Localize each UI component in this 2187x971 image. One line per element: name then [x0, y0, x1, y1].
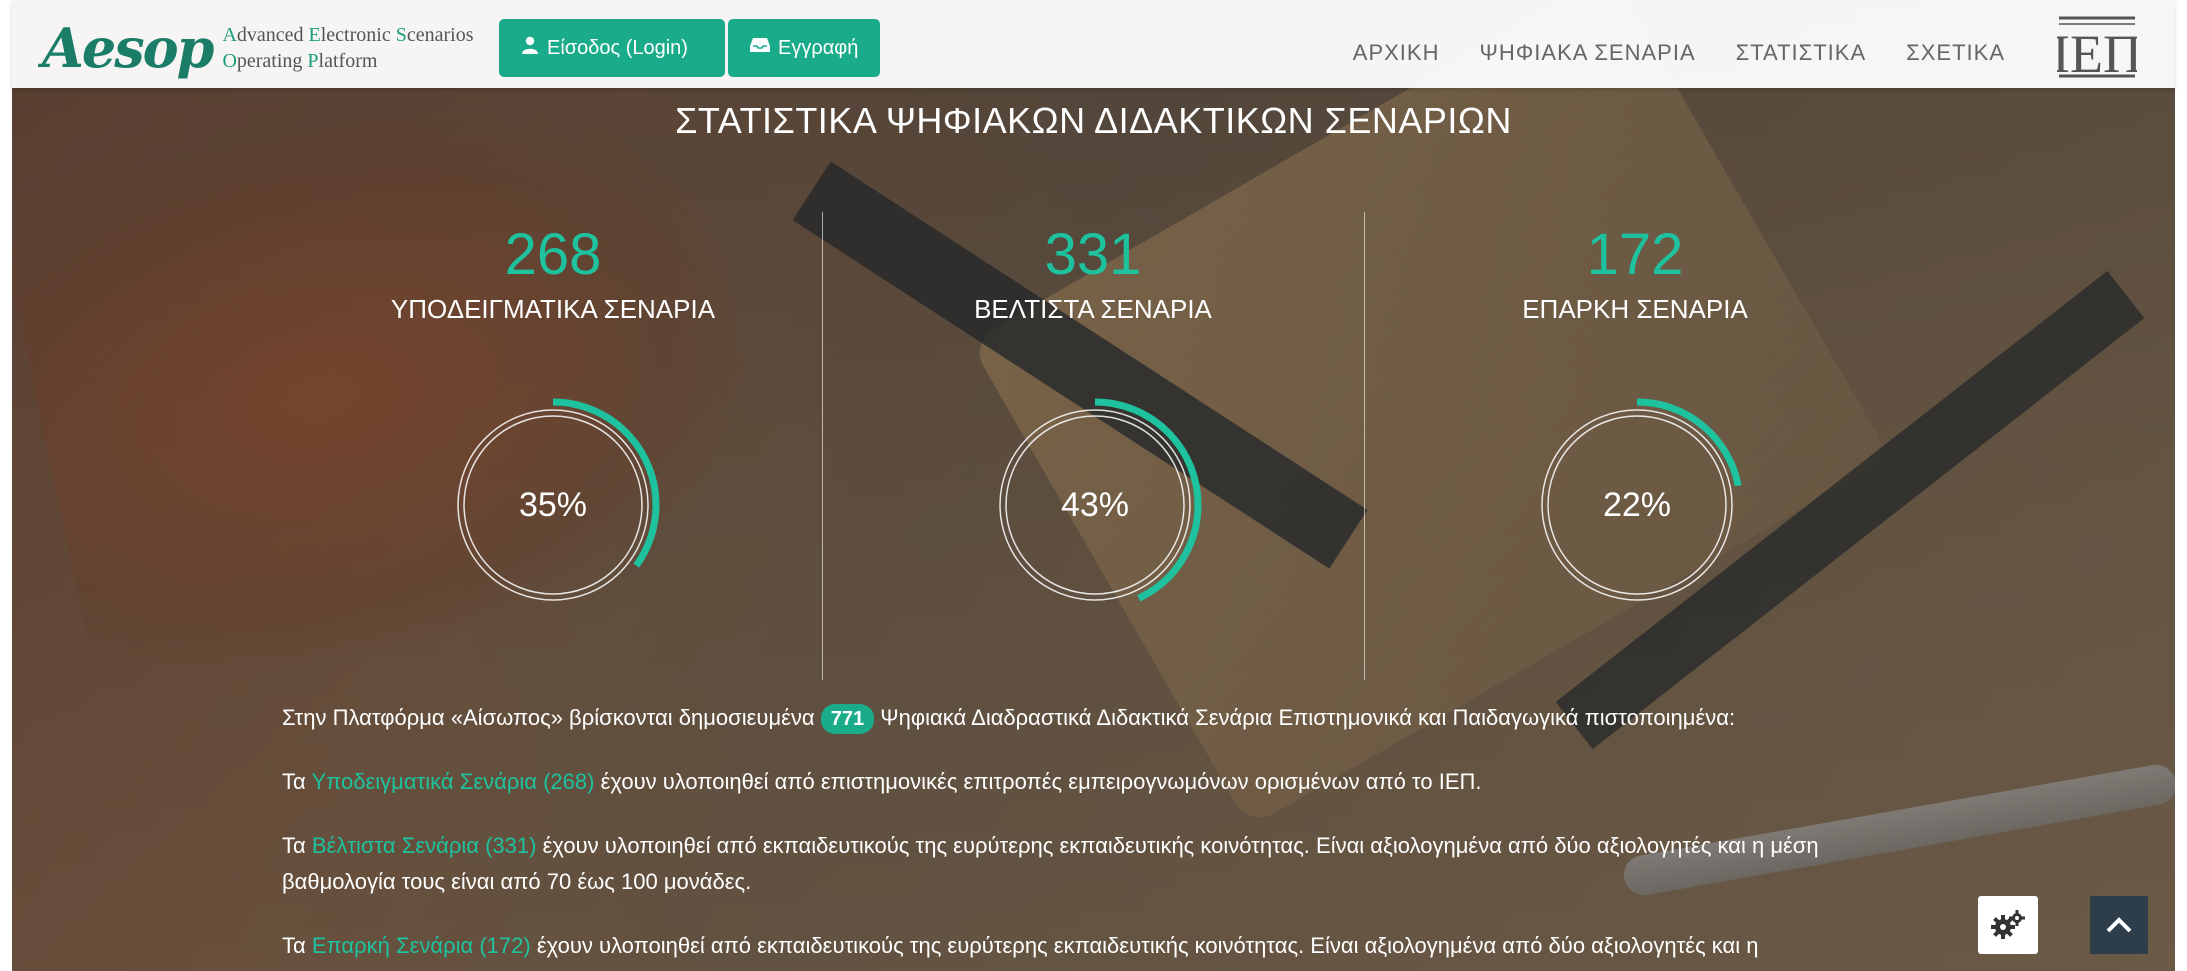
- progress-ring-sufficient: 22%: [1522, 390, 1752, 620]
- link-exemplary-scenarios[interactable]: Υποδειγματικά Σενάρια (268): [311, 769, 594, 794]
- intro-paragraph: Στην Πλατφόρμα «Αίσωπος» βρίσκονται δημο…: [282, 700, 1922, 736]
- stat-label: ΕΠΑΡΚΗ ΣΕΝΑΡΙΑ: [1522, 294, 1748, 324]
- link-best-scenarios[interactable]: Βέλτιστα Σενάρια (331): [312, 833, 537, 858]
- paragraph-exemplary: Τα Υποδειγματικά Σενάρια (268) έχουν υλο…: [282, 769, 1482, 794]
- settings-button[interactable]: [1978, 896, 2038, 954]
- stat-number: 268: [504, 222, 602, 287]
- back-to-top-button[interactable]: [2090, 896, 2148, 954]
- stat-sufficient: 172 ΕΠΑΡΚΗ ΣΕΝΑΡΙΑ: [1365, 220, 1905, 325]
- paragraph-sufficient: Τα Επαρκή Σενάρια (172) έχουν υλοποιηθεί…: [282, 933, 1759, 958]
- logo-tagline: Advanced Electronic Scenarios Operating …: [222, 24, 474, 72]
- inbox-icon: [750, 37, 770, 59]
- stat-label: ΒΕΛΤΙΣΤΑ ΣΕΝΑΡΙΑ: [974, 294, 1212, 324]
- aesop-logo[interactable]: Aesop Advanced Electronic Scenarios Oper…: [42, 18, 473, 78]
- stat-label: ΥΠΟΔΕΙΓΜΑΤΙΚΑ ΣΕΝΑΡΙΑ: [390, 294, 716, 324]
- nav-item-digital-scenarios[interactable]: ΨΗΦΙΑΚΑ ΣΕΝΑΡΙΑ: [1479, 40, 1695, 66]
- nav-item-home[interactable]: ΑΡΧΙΚΗ: [1353, 40, 1440, 66]
- page-title: ΣΤΑΤΙΣΤΙΚΑ ΨΗΦΙΑΚΩΝ ΔΙΔΑΚΤΙΚΩΝ ΣΕΝΑΡΙΩΝ: [675, 100, 1512, 141]
- svg-text:ΙΕΠ: ΙΕΠ: [2057, 24, 2137, 80]
- total-count-badge: 771: [820, 704, 875, 734]
- progress-ring-best: 43%: [980, 390, 1210, 620]
- user-icon: [521, 36, 539, 60]
- link-sufficient-scenarios[interactable]: Επαρκή Σενάρια (172): [312, 933, 531, 958]
- login-label: Είσοδος (Login): [547, 36, 688, 59]
- register-button[interactable]: Εγγραφή: [728, 19, 880, 77]
- stat-exemplary: 268 ΥΠΟΔΕΙΓΜΑΤΙΚΑ ΣΕΝΑΡΙΑ: [283, 220, 823, 325]
- chevron-up-icon: [2106, 917, 2132, 933]
- main-nav: ΑΡΧΙΚΗ ΨΗΦΙΑΚΑ ΣΕΝΑΡΙΑ ΣΤΑΤΙΣΤΙΚΑ ΣΧΕΤΙΚ…: [1313, 40, 2005, 66]
- nav-item-statistics[interactable]: ΣΤΑΤΙΣΤΙΚΑ: [1736, 40, 1867, 66]
- stat-best: 331 ΒΕΛΤΙΣΤΑ ΣΕΝΑΡΙΑ: [823, 220, 1363, 325]
- gears-icon: [1991, 910, 2025, 939]
- paragraph-best: Τα Βέλτιστα Σενάρια (331) έχουν υλοποιηθ…: [282, 833, 1819, 894]
- percent-value: 43%: [1060, 485, 1130, 524]
- site-header: Aesop Advanced Electronic Scenarios Oper…: [12, 0, 2175, 88]
- stat-number: 331: [1044, 222, 1142, 287]
- iep-logo[interactable]: ΙΕΠ: [2052, 14, 2142, 84]
- stat-number: 172: [1586, 222, 1684, 287]
- logo-mark: Aesop: [42, 16, 214, 80]
- progress-ring-exemplary: 35%: [438, 390, 668, 620]
- percent-value: 35%: [518, 485, 588, 524]
- register-label: Εγγραφή: [778, 36, 859, 59]
- nav-item-about[interactable]: ΣΧΕΤΙΚΑ: [1906, 40, 2005, 66]
- login-button[interactable]: Είσοδος (Login): [499, 19, 725, 77]
- percent-value: 22%: [1602, 485, 1672, 524]
